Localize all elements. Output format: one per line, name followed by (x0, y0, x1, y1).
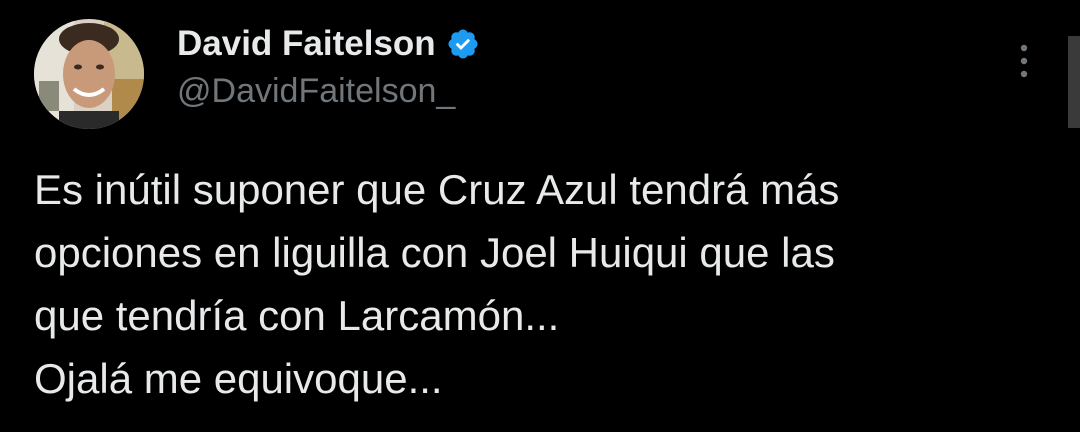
author-handle[interactable]: @DavidFaitelson_ (177, 72, 455, 111)
author-display-name[interactable]: David Faitelson (177, 24, 436, 64)
avatar[interactable] (34, 19, 144, 129)
more-options-icon[interactable] (1008, 40, 1040, 84)
tweet-card: David Faitelson @DavidFaitelson_ Es inút… (0, 0, 1080, 432)
tweet-text-line: que tendría con Larcamón... (34, 292, 560, 339)
tweet-text: Es inútil suponer que Cruz Azul tendrá m… (34, 158, 1054, 410)
tweet-text-line: opciones en liguilla con Joel Huiqui que… (34, 229, 835, 276)
tweet-text-line: Es inútil suponer que Cruz Azul tendrá m… (34, 166, 840, 213)
verified-badge-icon (446, 27, 480, 61)
author-name-row: David Faitelson (177, 22, 480, 66)
scrollbar[interactable] (1068, 36, 1080, 128)
avatar-image (34, 19, 144, 129)
tweet-text-line: Ojalá me equivoque... (34, 355, 443, 402)
